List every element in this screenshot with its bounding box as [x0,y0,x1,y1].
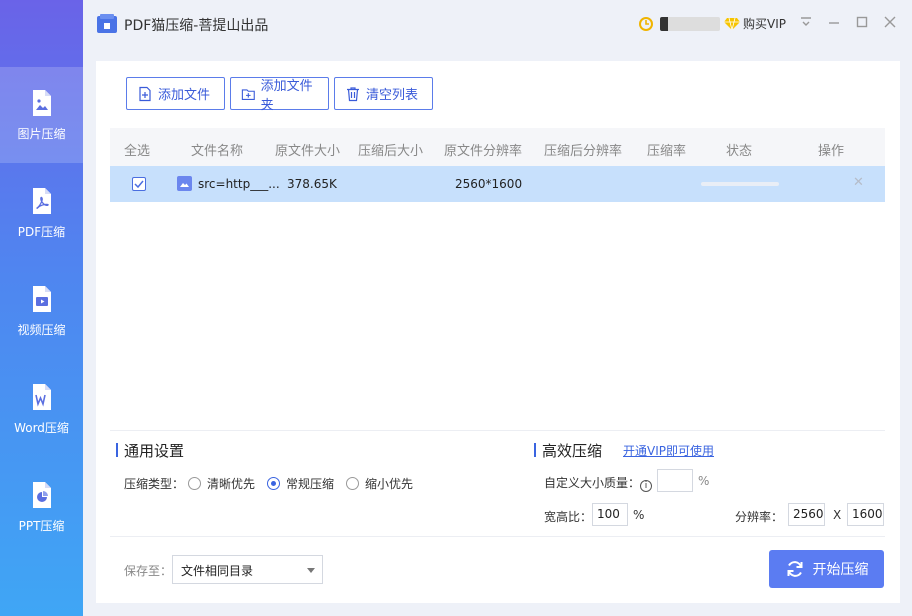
menu-icon[interactable] [798,14,814,30]
image-file-icon [32,89,51,116]
select-all-header[interactable]: 全选 [124,140,150,159]
save-location-value: 文件相同目录 [181,564,254,578]
aspect-ratio-label: 宽高比： [544,510,593,524]
close-icon[interactable] [882,14,898,30]
radio-normal-compress[interactable] [267,477,281,490]
save-location-select[interactable]: 文件相同目录 [172,555,323,584]
ppt-file-icon [32,481,51,508]
resolution-separator: X [833,508,842,522]
option-normal-compress[interactable]: 常规压缩 [286,475,334,492]
file-name: src=http___... [198,177,280,191]
status-progress-bar [701,182,779,186]
add-file-button[interactable]: 添加文件 [126,77,225,110]
header-action: 操作 [818,144,845,159]
aspect-ratio-input[interactable]: 100 [592,503,628,526]
add-folder-button[interactable]: 添加文件夹 [230,77,329,113]
resolution-width-input[interactable]: 2560 [788,503,825,526]
add-file-label: 添加文件 [158,88,211,103]
orig-size: 378.65K [287,177,337,191]
quality-input[interactable] [657,469,693,492]
sidebar-item-ppt-compress[interactable]: PPT压缩 [0,459,83,555]
table-header: 全选 文件名称 原文件大小 压缩后大小 原文件分辨率 压缩后分辨率 压缩率 状态… [110,128,885,166]
image-icon [177,176,192,191]
sidebar-item-image-compress[interactable]: 图片压缩 [0,67,83,163]
clear-list-button[interactable]: 清空列表 [334,77,433,110]
compress-type-group: 压缩类型： 清晰优先 常规压缩 缩小优先 [124,475,425,492]
resolution-height-input[interactable]: 1600 [847,503,884,526]
chevron-down-icon [307,568,315,573]
compress-type-label: 压缩类型： [124,477,185,491]
save-to-label: 保存至： [124,564,173,578]
title-bar: PDF猫压缩-菩提山出品 1 购买VIP [83,0,912,48]
open-vip-link[interactable]: 开通VIP即可使用 [623,442,714,459]
general-settings-title: 通用设置 [116,440,184,461]
video-file-icon [32,285,51,312]
advanced-settings-title: 高效压缩 [534,440,602,461]
sidebar-item-word-compress[interactable]: Word压缩 [0,361,83,457]
sidebar-item-label: PPT压缩 [18,518,65,533]
trash-icon [347,86,359,101]
orig-resolution: 2560*1600 [455,177,523,191]
aspect-ratio-percent: % [633,508,645,522]
header-orig-res: 原文件分辨率 [444,144,523,159]
sidebar-item-pdf-compress[interactable]: PDF压缩 [0,165,83,261]
header-orig-size: 原文件大小 [275,144,341,159]
app-logo-icon [97,14,117,33]
quality-label: 自定义大小质量： i [544,474,653,492]
user-area: 1 购买VIP [638,15,786,32]
start-compress-button[interactable]: 开始压缩 [769,550,884,588]
minimize-icon[interactable] [826,14,842,30]
app-title: PDF猫压缩-菩提山出品 [124,18,269,34]
info-icon[interactable]: i [640,480,653,492]
header-ratio: 压缩率 [647,144,687,159]
main-panel: 添加文件 添加文件夹 清空列表 全选 文件名称 原文件大小 压缩后大小 原文件分… [96,61,900,603]
clear-list-label: 清空列表 [366,88,419,103]
header-comp-size: 压缩后大小 [358,144,424,159]
sidebar-item-label: 图片压缩 [17,126,66,141]
header-file-name: 文件名称 [191,144,244,159]
option-clarity-first[interactable]: 清晰优先 [207,475,255,492]
sidebar: 图片压缩 PDF压缩 视频压缩 Word压缩 PPT压缩 [0,0,83,616]
option-smaller-first[interactable]: 缩小优先 [365,475,413,492]
header-comp-res: 压缩后分辨率 [544,144,623,159]
resolution-label: 分辨率： [735,510,784,524]
pdf-file-icon [32,187,51,214]
refresh-icon [787,561,802,577]
delete-row-icon[interactable]: ✕ [853,175,864,190]
check-icon [134,180,144,189]
quality-percent: % [698,474,710,488]
buy-vip-link[interactable]: 购买VIP [724,15,786,32]
header-status: 状态 [726,144,753,159]
radio-smaller-first[interactable] [346,477,360,490]
start-compress-label: 开始压缩 [812,562,869,578]
add-folder-icon [241,88,255,100]
divider [110,536,885,537]
word-file-icon [32,383,51,410]
sidebar-item-label: Word压缩 [14,420,69,435]
sidebar-item-video-compress[interactable]: 视频压缩 [0,263,83,359]
coin-icon [639,16,653,31]
window-controls [798,14,898,30]
sidebar-item-label: 视频压缩 [17,322,66,337]
maximize-icon[interactable] [854,14,870,30]
divider [110,430,885,431]
row-checkbox[interactable] [132,177,146,191]
user-name: 1 [660,16,720,31]
sidebar-item-label: PDF压缩 [17,224,66,239]
add-file-icon [139,86,151,101]
radio-clarity-first[interactable] [188,477,202,490]
table-row[interactable]: src=http___... 378.65K 2560*1600 ✕ [110,166,885,202]
buy-vip-label: 购买VIP [743,17,786,31]
add-folder-label: 添加文件夹 [260,78,313,113]
diamond-icon [724,17,740,30]
